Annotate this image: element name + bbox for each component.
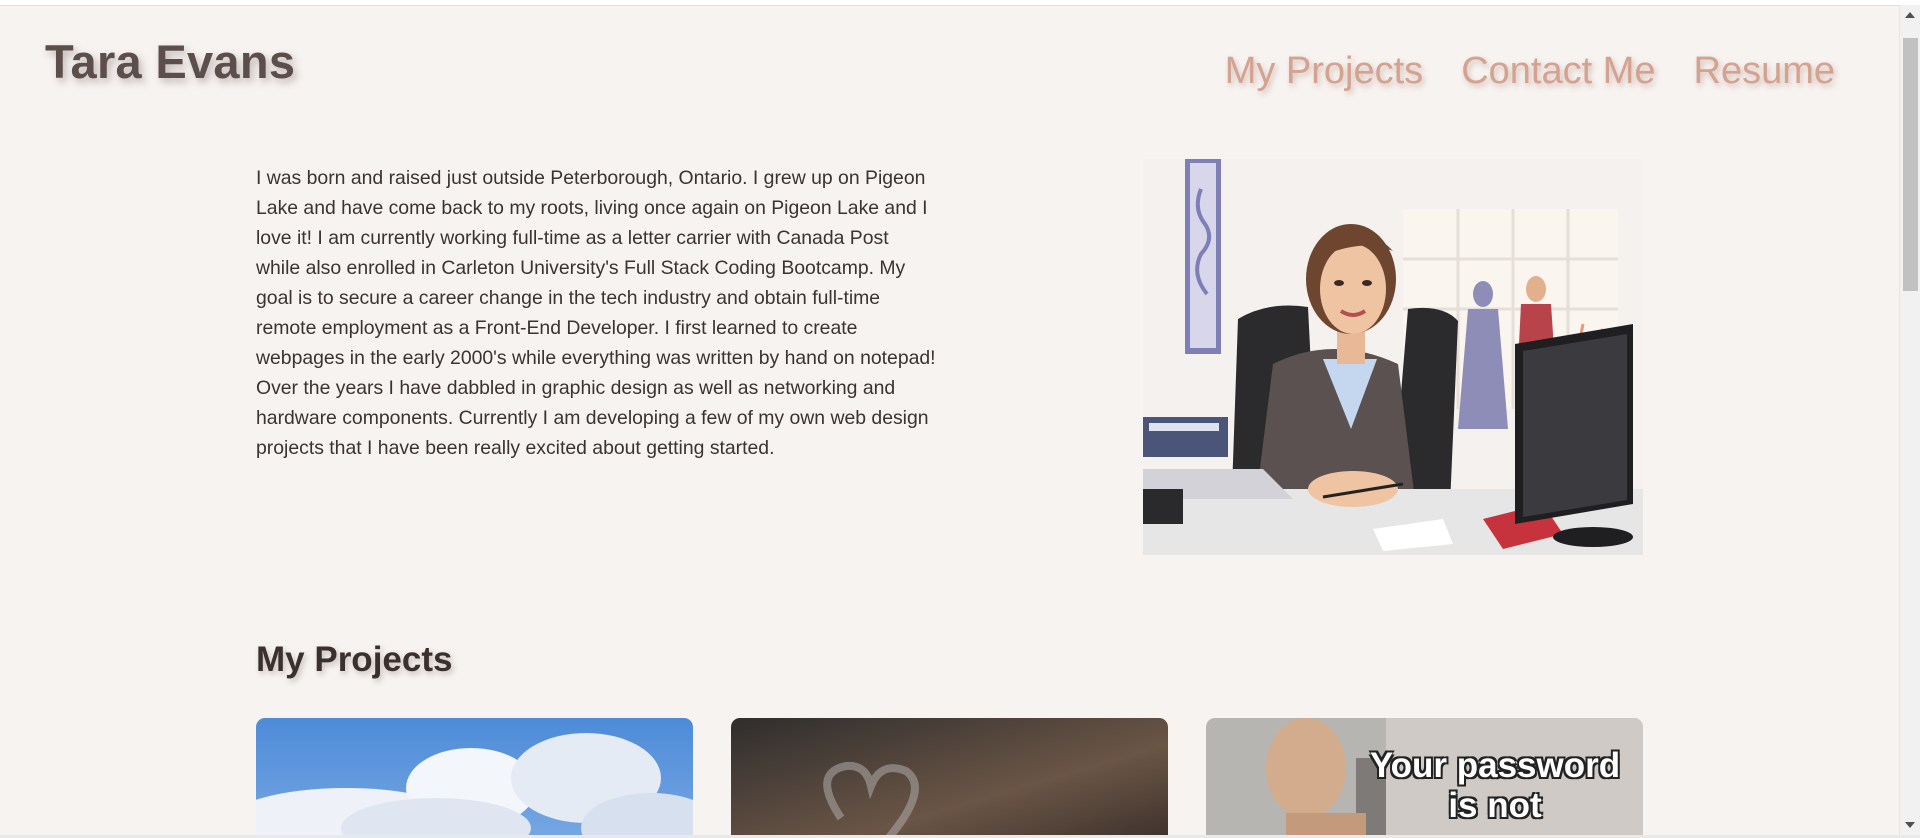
scroll-thumb[interactable] [1903, 38, 1918, 291]
nav-link-resume[interactable]: Resume [1694, 50, 1836, 93]
scroll-down-icon[interactable] [1905, 822, 1915, 828]
profile-illustration [1143, 159, 1643, 555]
about-paragraph: I was born and raised just outside Peter… [256, 167, 936, 459]
sky-clouds-image [256, 718, 693, 835]
nav-link-my-projects[interactable]: My Projects [1225, 50, 1423, 93]
scroll-up-icon[interactable] [1905, 12, 1915, 18]
main-nav: My Projects Contact Me Resume [1225, 50, 1835, 93]
site-title: Tara Evans [45, 35, 296, 88]
meme-caption: Your password is not [1369, 746, 1621, 825]
project-card-3[interactable]: Your password is not [1206, 718, 1643, 835]
projects-heading: My Projects [256, 640, 453, 679]
project-card-1[interactable] [256, 718, 693, 835]
vertical-scrollbar[interactable] [1899, 5, 1920, 835]
project-card-2[interactable] [731, 718, 1168, 835]
heart-smoke-image [731, 718, 1168, 835]
page: Tara Evans My Projects Contact Me Resume… [0, 5, 1899, 835]
nav-link-contact-me[interactable]: Contact Me [1461, 50, 1655, 93]
